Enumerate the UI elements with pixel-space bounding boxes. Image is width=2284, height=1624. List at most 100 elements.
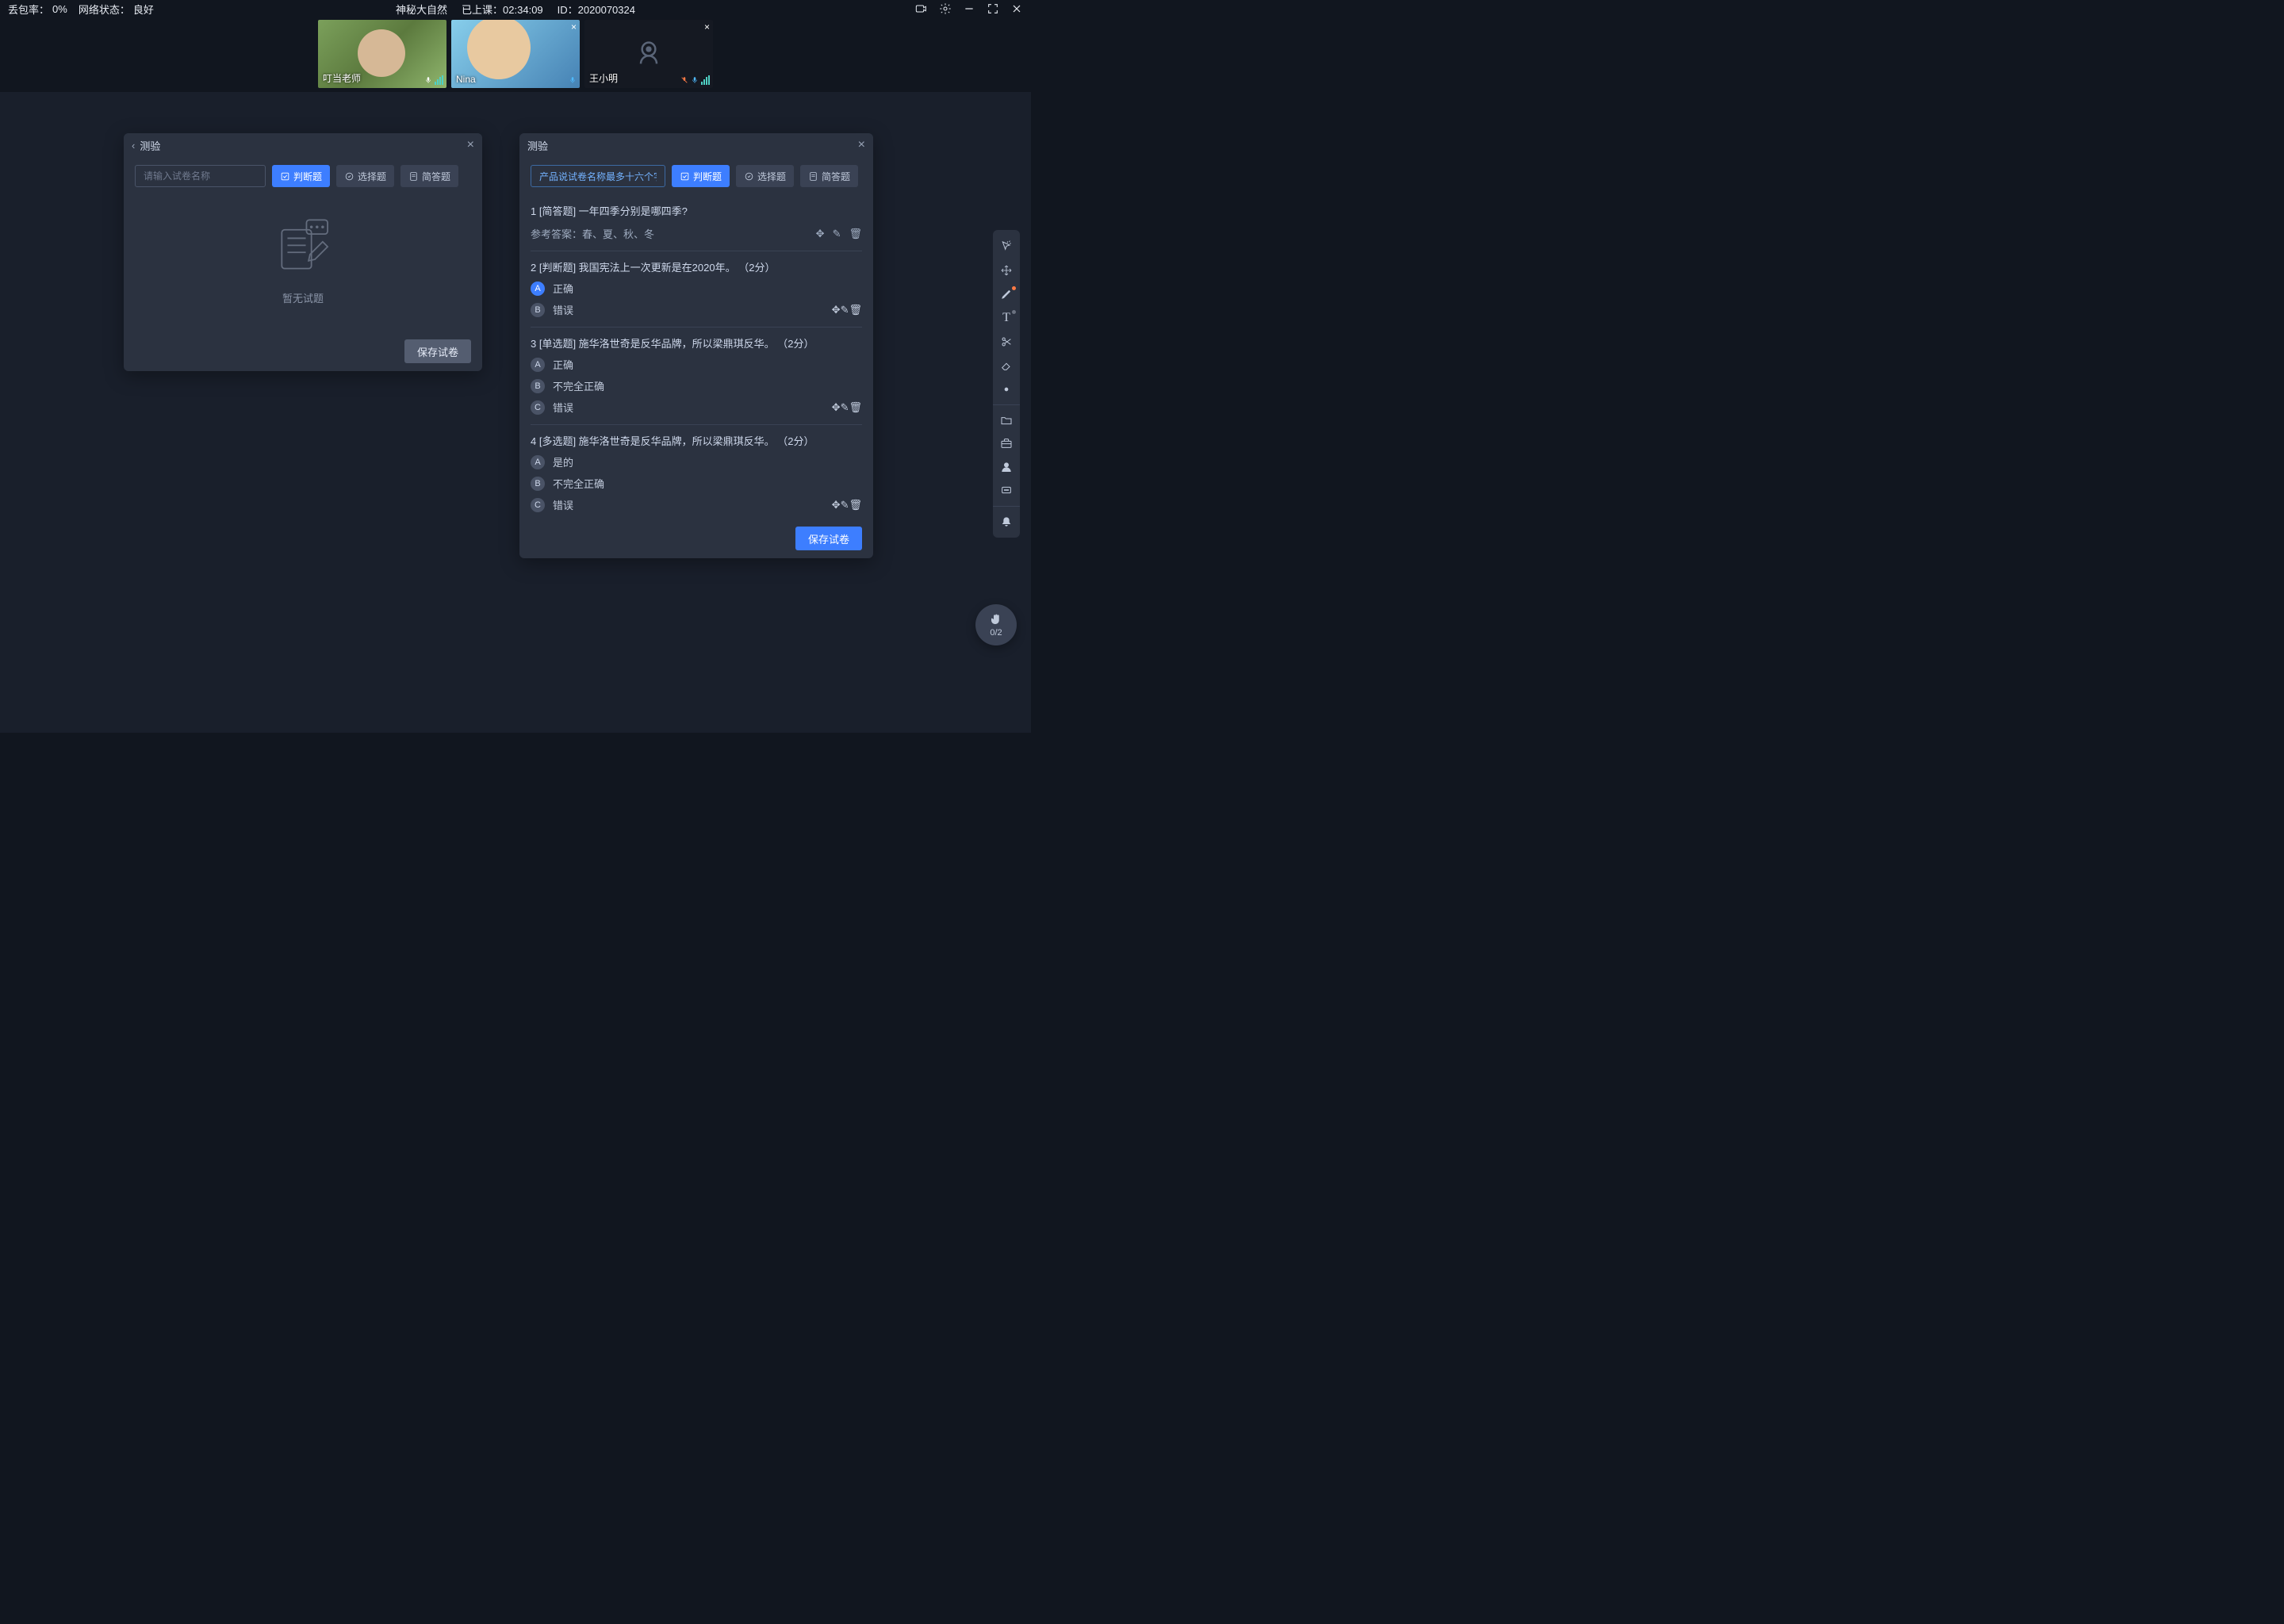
- video-tile-student[interactable]: × Nina: [451, 20, 580, 88]
- camera-toggle-icon[interactable]: [915, 2, 928, 15]
- folder-tool-icon[interactable]: [993, 404, 1020, 431]
- bell-tool-icon[interactable]: [993, 506, 1020, 533]
- question-option[interactable]: C 错误 ✥✎🗑: [531, 497, 862, 512]
- option-label: 正确: [553, 357, 573, 372]
- scissors-tool-icon[interactable]: [993, 330, 1020, 354]
- panel-title: 测验: [527, 138, 548, 153]
- option-label: 不完全正确: [553, 476, 604, 491]
- question-item: 2 [判断题] 我国宪法上一次更新是在2020年。 （2分）A正确B错误✥✎🗑: [531, 251, 862, 327]
- question-type-judge-button[interactable]: 判断题: [672, 165, 730, 187]
- option-letter: C: [531, 400, 545, 415]
- mic-muted-icon: [680, 75, 688, 85]
- question-option[interactable]: B不完全正确: [531, 476, 862, 491]
- eraser-tool-icon[interactable]: [993, 354, 1020, 377]
- id-value: 2020070324: [578, 4, 635, 16]
- question-answer-text: 参考答案：春、夏、秋、冬: [531, 226, 654, 241]
- close-icon[interactable]: ×: [858, 138, 865, 152]
- raise-hand-count: 0/2: [990, 628, 1002, 638]
- option-label: 是的: [553, 454, 573, 469]
- video-tile-student-off[interactable]: × 王小明: [584, 20, 713, 88]
- camera-off-icon: [633, 37, 665, 71]
- save-quiz-button[interactable]: 保存试卷: [795, 527, 862, 550]
- question-option[interactable]: A 正确: [531, 281, 862, 296]
- question-head: 1 [简答题] 一年四季分别是哪四季?: [531, 203, 862, 218]
- delete-icon[interactable]: 🗑: [849, 401, 862, 413]
- audio-level-icon: [701, 75, 710, 85]
- move-tool-icon[interactable]: [993, 259, 1020, 282]
- question-option[interactable]: B错误✥✎🗑: [531, 302, 862, 317]
- empty-state-text: 暂无试题: [282, 290, 324, 305]
- question-option[interactable]: C 错误 ✥✎🗑: [531, 400, 862, 415]
- question-answer-row: 参考答案：春、夏、秋、冬 ✥ ✎ 🗑: [531, 226, 862, 241]
- video-tile-teacher[interactable]: 叮当老师: [318, 20, 446, 88]
- back-chevron-icon[interactable]: ‹: [132, 140, 135, 151]
- option-label: 正确: [553, 281, 573, 296]
- edit-icon[interactable]: ✎: [833, 228, 841, 240]
- move-icon[interactable]: ✥: [832, 401, 841, 413]
- packet-loss-label: 丢包率：: [8, 2, 49, 17]
- question-type-choice-button[interactable]: 选择题: [336, 165, 394, 187]
- question-option[interactable]: B不完全正确: [531, 378, 862, 393]
- question-head: 4 [多选题] 施华洛世奇是反华品牌，所以梁鼎琪反华。 （2分）: [531, 433, 862, 448]
- user-tool-icon[interactable]: [993, 455, 1020, 479]
- quiz-panel-editing: 测验 × 判断题 选择题 简答题 1 [简答题] 一年四季分别是哪四季? 参考答案…: [519, 133, 873, 558]
- video-name: 王小明: [589, 71, 618, 85]
- move-icon[interactable]: ✥: [816, 228, 825, 240]
- edit-icon[interactable]: ✎: [841, 304, 849, 316]
- chat-tool-icon[interactable]: [993, 479, 1020, 503]
- close-window-icon[interactable]: [1010, 2, 1023, 15]
- toolbox-tool-icon[interactable]: [993, 431, 1020, 455]
- text-tool-icon[interactable]: T: [993, 306, 1020, 330]
- quiz-name-input[interactable]: [135, 165, 266, 187]
- question-type-choice-button[interactable]: 选择题: [736, 165, 794, 187]
- color-tool-icon[interactable]: [993, 377, 1020, 401]
- move-icon[interactable]: ✥: [832, 499, 841, 511]
- option-label: 错误: [553, 497, 573, 512]
- video-name: Nina: [456, 74, 476, 85]
- move-icon[interactable]: ✥: [832, 304, 841, 316]
- video-name: 叮当老师: [323, 71, 361, 85]
- question-item: 3 [单选题] 施华洛世奇是反华品牌，所以梁鼎琪反华。 （2分）A正确B不完全正…: [531, 327, 862, 425]
- packet-loss-value: 0%: [52, 3, 67, 15]
- question-actions: ✥✎🗑: [832, 499, 862, 511]
- edit-icon[interactable]: ✎: [841, 401, 849, 413]
- video-strip: 叮当老师 × Nina × 王小明: [0, 17, 1031, 92]
- network-status-label: 网络状态：: [79, 2, 130, 17]
- question-item: 1 [简答题] 一年四季分别是哪四季? 参考答案：春、夏、秋、冬 ✥ ✎ 🗑: [531, 195, 862, 251]
- course-title: 神秘大自然: [396, 2, 447, 17]
- option-letter: B: [531, 379, 545, 393]
- save-quiz-button[interactable]: 保存试卷: [404, 339, 471, 363]
- mic-icon: [569, 75, 577, 85]
- delete-icon[interactable]: 🗑: [849, 499, 862, 511]
- quiz-name-input[interactable]: [531, 165, 665, 187]
- audio-level-icon: [435, 75, 443, 85]
- fullscreen-icon[interactable]: [987, 2, 999, 15]
- delete-icon[interactable]: 🗑: [849, 228, 862, 240]
- mic-icon: [424, 75, 432, 85]
- raise-hand-fab[interactable]: 0/2: [975, 604, 1017, 645]
- option-letter: A: [531, 282, 545, 296]
- tool-dock: T: [993, 230, 1020, 538]
- quiz-panel-empty: ‹ 测验 × 判断题 选择题 简答题: [124, 133, 482, 371]
- option-label: 错误: [553, 400, 573, 415]
- panel-title: 测验: [140, 138, 160, 153]
- option-letter: C: [531, 498, 545, 512]
- pen-tool-icon[interactable]: [993, 282, 1020, 306]
- question-type-judge-button[interactable]: 判断题: [272, 165, 330, 187]
- close-icon[interactable]: ×: [704, 21, 710, 33]
- question-option[interactable]: A是的: [531, 454, 862, 469]
- pointer-tool-icon[interactable]: [993, 235, 1020, 259]
- question-list: 1 [简答题] 一年四季分别是哪四季?参考答案：春、夏、秋、冬✥✎🗑2 [判断题…: [519, 195, 873, 519]
- delete-icon[interactable]: 🗑: [849, 304, 862, 316]
- option-label: 错误: [553, 302, 573, 317]
- edit-icon[interactable]: ✎: [841, 499, 849, 511]
- minimize-icon[interactable]: [963, 2, 975, 15]
- close-icon[interactable]: ×: [571, 21, 577, 33]
- empty-state-icon: [267, 216, 339, 279]
- close-icon[interactable]: ×: [467, 138, 474, 152]
- question-type-short-button[interactable]: 简答题: [800, 165, 858, 187]
- question-type-short-button[interactable]: 简答题: [400, 165, 458, 187]
- id-label: ID：: [558, 4, 578, 16]
- settings-gear-icon[interactable]: [939, 2, 952, 15]
- question-option[interactable]: A正确: [531, 357, 862, 372]
